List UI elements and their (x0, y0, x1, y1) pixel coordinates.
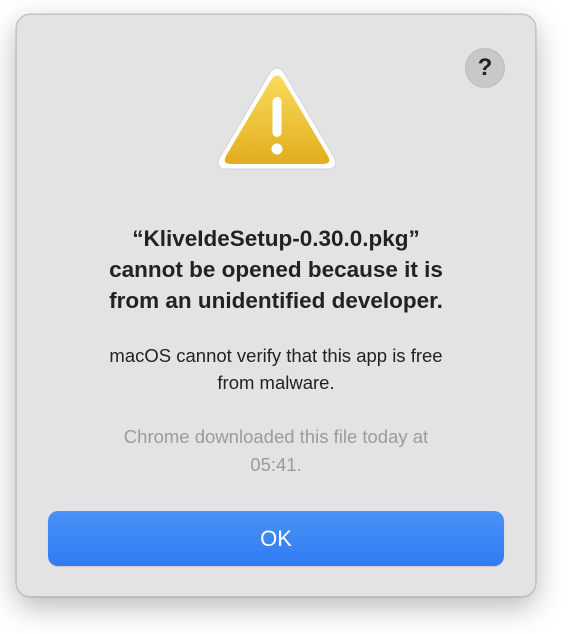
ok-button[interactable]: OK (48, 511, 504, 566)
warning-triangle-icon (217, 67, 337, 170)
help-button[interactable]: ? (465, 48, 505, 88)
title-line: cannot be opened because it is (109, 257, 443, 282)
alert-dialog: ? “KliveIdeSetup-0.30.0.pkg” cannot be o… (16, 14, 536, 597)
info-line: 05:41. (250, 454, 302, 475)
message-line: from malware. (217, 372, 335, 393)
info-line: Chrome downloaded this file today at (123, 426, 429, 447)
message-line: macOS cannot verify that this app is fre… (109, 345, 443, 366)
title-line: “KliveIdeSetup-0.30.0.pkg” (132, 226, 420, 251)
dialog-title: “KliveIdeSetup-0.30.0.pkg” cannot be ope… (37, 223, 515, 316)
title-line: from an unidentified developer. (109, 288, 443, 313)
dialog-message: macOS cannot verify that this app is fre… (57, 342, 495, 396)
download-info: Chrome downloaded this file today at 05:… (57, 423, 495, 479)
